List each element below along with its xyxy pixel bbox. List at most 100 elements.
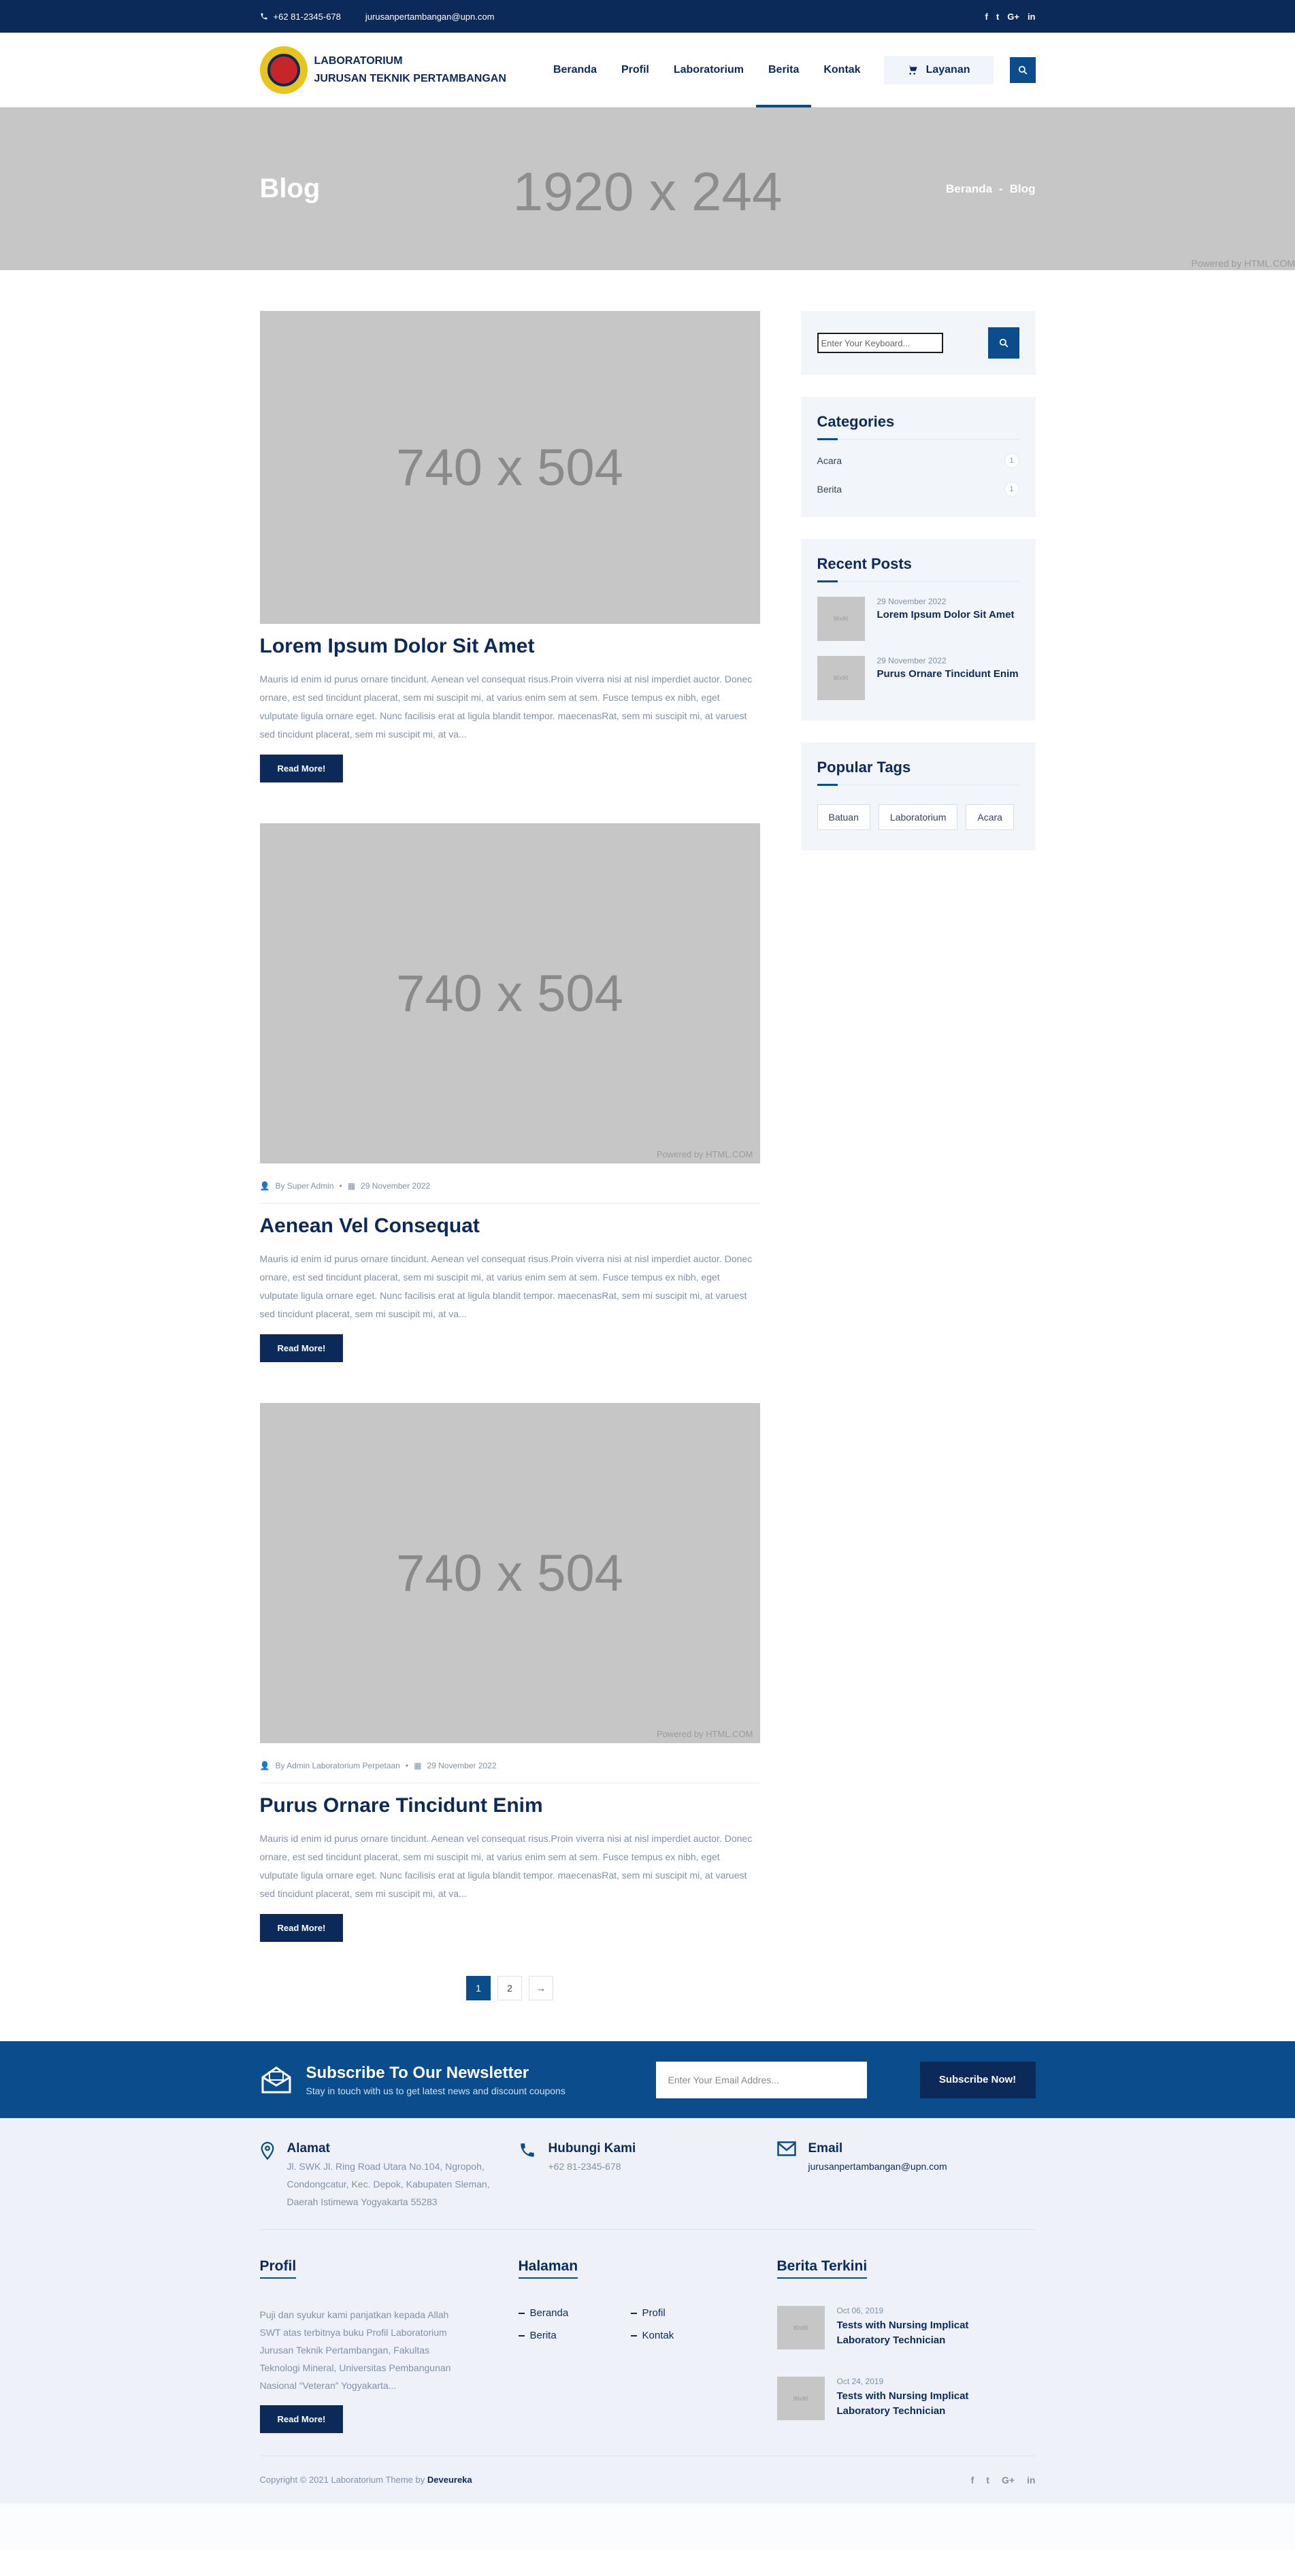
linkedin-icon[interactable]: in	[1028, 12, 1036, 22]
popular-tags-widget: Popular Tags Batuan Laboratorium Acara	[800, 742, 1036, 851]
brand-line1: LABORATORIUM	[314, 55, 403, 67]
layanan-button[interactable]: Layanan	[883, 56, 994, 84]
newsletter-subtitle: Stay in touch with us to get latest news…	[306, 2085, 565, 2096]
category-item[interactable]: Acara 1	[817, 453, 1019, 468]
nav-berita[interactable]: Berita	[755, 33, 812, 108]
post-image[interactable]: 740 x 504 Powered by HTML.COM	[259, 1403, 760, 1743]
recent-posts-title: Recent Posts	[817, 555, 1019, 582]
university-logo-icon	[259, 46, 308, 94]
news-thumb: 90x90	[776, 2377, 825, 2420]
category-item[interactable]: Berita 1	[817, 482, 1019, 497]
footer-read-more-button[interactable]: Read More!	[259, 2405, 344, 2433]
main-content: 740 x 504 Lorem Ipsum Dolor Sit Amet Mau…	[259, 270, 1036, 2041]
google-plus-icon[interactable]: G+	[1002, 2475, 1015, 2486]
search-button[interactable]	[987, 327, 1019, 359]
recent-post-item[interactable]: 90x90 29 November 2022 Purus Ornare Tinc…	[817, 656, 1019, 700]
search-icon	[1018, 65, 1027, 75]
footer-email: Email jurusanpertambangan@upn.com	[776, 2141, 1036, 2175]
footer-profil: Profil Puji dan syukur kami panjatkan ke…	[259, 2258, 519, 2456]
footer-link-beranda[interactable]: Beranda	[519, 2307, 631, 2319]
post-excerpt: Mauris id enim id purus ornare tincidunt…	[259, 1833, 753, 1899]
author-link[interactable]: Deveureka	[427, 2475, 472, 2485]
nav-kontak[interactable]: Kontak	[811, 33, 872, 108]
linkedin-icon[interactable]: in	[1027, 2475, 1035, 2486]
nav-laboratorium[interactable]: Laboratorium	[661, 33, 756, 108]
main-nav: Beranda Profil Laboratorium Berita Konta…	[541, 33, 1036, 108]
nav-beranda[interactable]: Beranda	[541, 33, 609, 108]
brand[interactable]: LABORATORIUM JURUSAN TEKNIK PERTAMBANGAN	[259, 46, 506, 94]
page-2-button[interactable]: 2	[497, 1976, 522, 2000]
recent-post-thumb: 90x90	[817, 656, 865, 700]
tag-chip[interactable]: Acara	[966, 804, 1014, 830]
breadcrumb-current: Blog	[1009, 182, 1036, 195]
footer-news-item[interactable]: 90x90 Oct 24, 2019 Tests with Nursing Im…	[776, 2377, 1036, 2420]
category-count: 1	[1004, 482, 1019, 497]
post-list: 740 x 504 Lorem Ipsum Dolor Sit Amet Mau…	[259, 311, 760, 2041]
tag-chip[interactable]: Batuan	[817, 804, 870, 830]
newsletter-bar: Subscribe To Our Newsletter Stay in touc…	[0, 2041, 1295, 2118]
calendar-icon: ▦	[414, 1761, 422, 1770]
nav-profil[interactable]: Profil	[609, 33, 661, 108]
newsletter-email-input[interactable]: Enter Your Email Addres...	[655, 2061, 867, 2098]
footer-link-berita[interactable]: Berita	[519, 2330, 631, 2341]
post-image[interactable]: 740 x 504	[259, 311, 760, 624]
post-title[interactable]: Purus Ornare Tincidunt Enim	[260, 1794, 760, 1817]
post-title[interactable]: Lorem Ipsum Dolor Sit Amet	[260, 635, 760, 658]
subscribe-button[interactable]: Subscribe Now!	[919, 2061, 1036, 2098]
site-header: LABORATORIUM JURUSAN TEKNIK PERTAMBANGAN…	[0, 33, 1295, 108]
page-1-button[interactable]: 1	[466, 1976, 491, 2000]
post-card: 740 x 504 Powered by HTML.COM 👤 By Admin…	[259, 1403, 760, 1942]
twitter-icon[interactable]: t	[996, 12, 999, 22]
footer-social: f t G+ in	[971, 2475, 1036, 2486]
brand-line2: JURUSAN TEKNIK PERTAMBANGAN	[314, 73, 506, 84]
tag-chip[interactable]: Laboratorium	[878, 804, 958, 830]
post-date: 29 November 2022	[427, 1761, 497, 1770]
next-page-button[interactable]: →	[529, 1976, 553, 2000]
footer-news-item[interactable]: 90x90 Oct 06, 2019 Tests with Nursing Im…	[776, 2306, 1036, 2349]
user-icon: 👤	[259, 1181, 270, 1191]
breadcrumb: Beranda - Blog	[946, 182, 1035, 196]
post-meta: 👤 By Admin Laboratorium Perpetaan • ▦ 29…	[259, 1761, 760, 1783]
post-author[interactable]: By Admin Laboratorium Perpetaan	[275, 1761, 399, 1770]
sidebar: Enter Your Keyboard... Categories Acara …	[800, 311, 1036, 2041]
google-plus-icon[interactable]: G+	[1007, 12, 1019, 22]
search-icon	[999, 338, 1008, 348]
popular-tags-title: Popular Tags	[817, 759, 1019, 786]
read-more-button[interactable]: Read More!	[259, 1914, 344, 1942]
site-footer: Alamat Jl. SWK Jl. Ring Road Utara No.10…	[0, 2118, 1295, 2503]
post-title[interactable]: Aenean Vel Consequat	[260, 1215, 760, 1238]
header-search-button[interactable]	[1009, 57, 1036, 83]
read-more-button[interactable]: Read More!	[259, 755, 344, 782]
calendar-icon: ▦	[347, 1181, 356, 1191]
topbar-social: f t G+ in	[985, 12, 1036, 22]
category-count: 1	[1004, 453, 1019, 468]
recent-post-thumb: 90x90	[817, 597, 865, 641]
recent-posts-widget: Recent Posts 90x90 29 November 2022 Lore…	[800, 539, 1036, 721]
twitter-icon[interactable]: t	[986, 2475, 989, 2486]
topbar-phone[interactable]: +62 81-2345-678	[260, 12, 341, 22]
facebook-icon[interactable]: f	[985, 12, 988, 22]
recent-post-item[interactable]: 90x90 29 November 2022 Lorem Ipsum Dolor…	[817, 597, 1019, 641]
post-author[interactable]: By Super Admin	[275, 1181, 333, 1191]
categories-widget: Categories Acara 1 Berita 1	[800, 397, 1036, 517]
footer-berita: Berita Terkini 90x90 Oct 06, 2019 Tests …	[776, 2258, 1036, 2456]
footer-link-kontak[interactable]: Kontak	[631, 2330, 743, 2341]
footer-link-profil[interactable]: Profil	[631, 2307, 743, 2319]
post-image[interactable]: 740 x 504 Powered by HTML.COM	[259, 823, 760, 1163]
phone-icon	[520, 2143, 534, 2157]
footer-phone: Hubungi Kami +62 81-2345-678	[519, 2141, 777, 2175]
breadcrumb-home[interactable]: Beranda	[946, 182, 992, 196]
categories-title: Categories	[817, 413, 1019, 440]
facebook-icon[interactable]: f	[971, 2475, 974, 2486]
search-input[interactable]: Enter Your Keyboard...	[817, 333, 943, 353]
post-meta: 👤 By Super Admin • ▦ 29 November 2022	[259, 1181, 760, 1204]
topbar-email[interactable]: jurusanpertambangan@upn.com	[365, 12, 495, 22]
footer-columns: Profil Puji dan syukur kami panjatkan ke…	[259, 2230, 1036, 2456]
post-date: 29 November 2022	[361, 1181, 431, 1191]
map-pin-icon	[261, 2141, 274, 2160]
news-thumb: 90x90	[776, 2306, 825, 2349]
top-bar: +62 81-2345-678 jurusanpertambangan@upn.…	[0, 0, 1295, 33]
read-more-button[interactable]: Read More!	[259, 1334, 344, 1362]
breadcrumb-separator: -	[999, 182, 1003, 195]
newsletter-title: Subscribe To Our Newsletter	[306, 2063, 529, 2082]
